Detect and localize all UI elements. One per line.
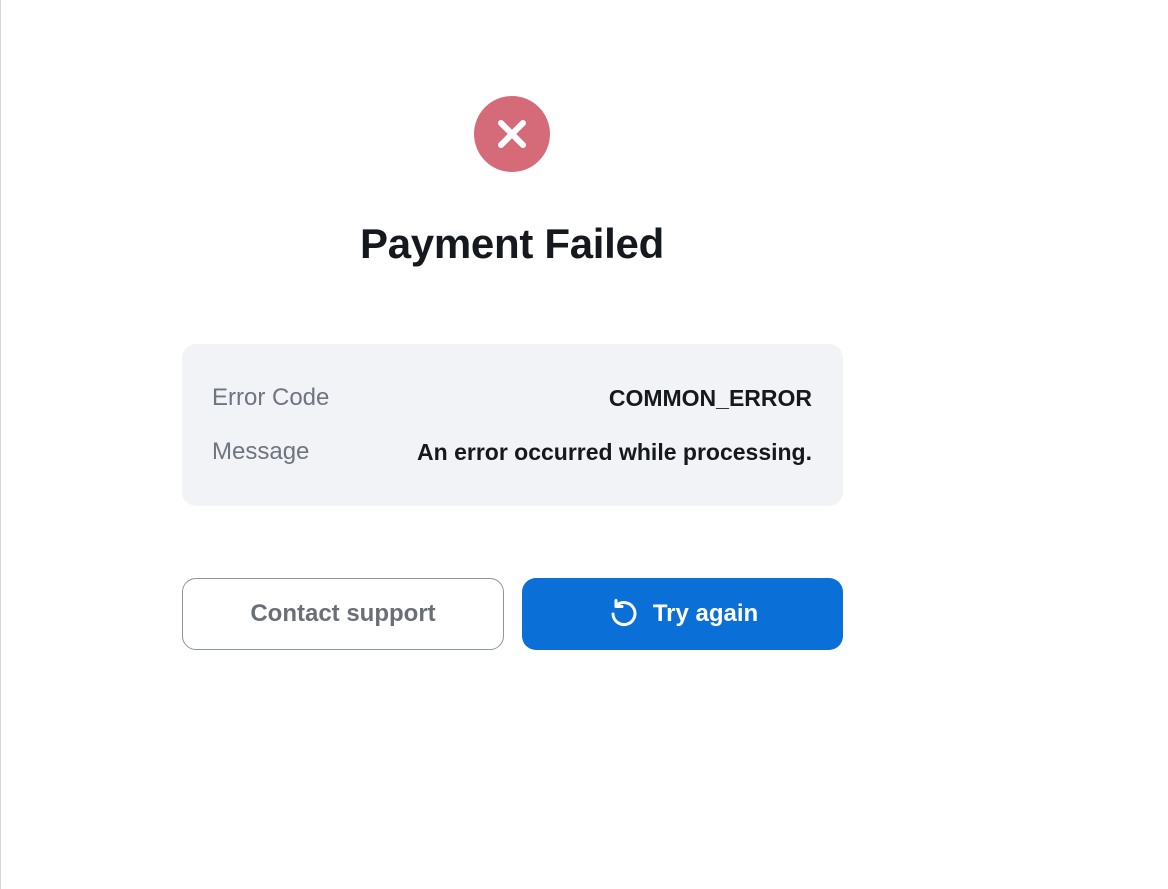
error-x-icon [474, 96, 550, 172]
contact-support-label: Contact support [250, 600, 436, 627]
error-code-label: Error Code [212, 384, 330, 411]
contact-support-button[interactable]: Contact support [182, 578, 504, 650]
try-again-button[interactable]: Try again [522, 578, 843, 650]
page-title: Payment Failed [360, 220, 664, 267]
error-details-card: Error Code COMMON_ERROR Message An error… [182, 344, 843, 506]
error-code-row: Error Code COMMON_ERROR [212, 383, 812, 413]
message-row: Message An error occurred while processi… [212, 437, 812, 467]
try-again-label: Try again [652, 600, 759, 627]
payment-failed-page: Payment Failed Error Code COMMON_ERROR M… [0, 0, 1168, 889]
message-value: An error occurred while processing. [417, 438, 812, 465]
message-label: Message [212, 438, 310, 465]
refresh-icon [607, 597, 641, 631]
error-code-value: COMMON_ERROR [608, 384, 812, 411]
